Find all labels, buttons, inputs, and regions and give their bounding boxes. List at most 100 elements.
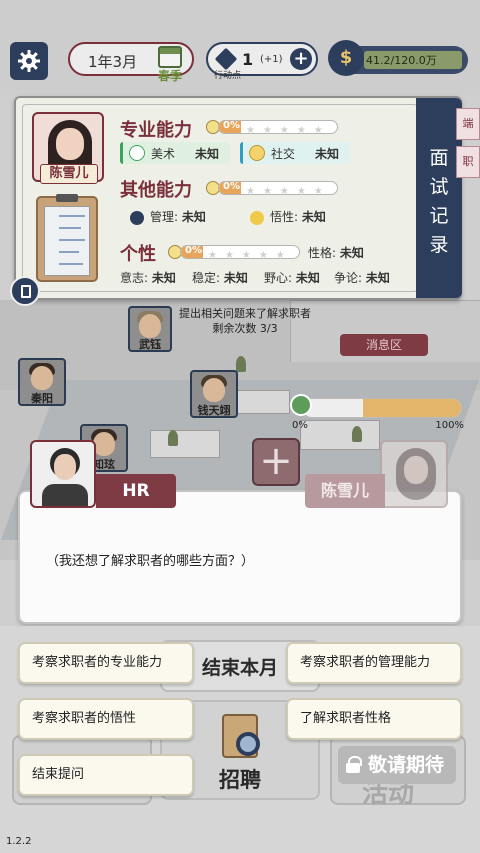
top-bar: 1年3月 春季 1 (+1) 行动点 + $ 41.2/120.0万 [0, 0, 480, 95]
side-tab-2[interactable]: 职 [456, 146, 480, 178]
employee-face [139, 314, 161, 338]
prompt-line: 提出相关问题来了解求职者 [179, 307, 311, 320]
attr-value: 未知 [339, 246, 364, 260]
candidate-name: 陈雪儿 [40, 164, 98, 184]
employee-name: 钱天翊 [197, 404, 231, 417]
action-point-icon [214, 47, 238, 71]
desk [150, 430, 220, 458]
message-area-label: 消息区 [340, 334, 428, 356]
attr-value: 未知 [181, 210, 206, 224]
dialog-box: （我还想了解求职者的哪些方面？） [18, 490, 462, 624]
resume-line [59, 239, 85, 241]
resume-line [59, 251, 79, 253]
skill-label: 美术 [151, 147, 176, 161]
version-label: 1.2.2 [6, 836, 32, 847]
bar-percent: 0% [223, 120, 240, 131]
skill-value: 未知 [195, 147, 220, 161]
lock-icon [346, 756, 362, 773]
progress-min-label: 0% [292, 420, 308, 431]
document-button[interactable] [10, 276, 40, 306]
attr-value: 未知 [365, 271, 390, 285]
chat-icon [249, 145, 265, 161]
tab-char: 记 [429, 205, 449, 227]
money-bag-icon: $ [328, 40, 364, 76]
attr-value: 未知 [301, 210, 326, 224]
employee-face [31, 366, 53, 390]
employee-name: 秦阳 [31, 392, 53, 405]
employee-face [93, 432, 115, 456]
attr-label: 管理: [150, 210, 179, 224]
option-personality[interactable]: 了解求职者性格 [286, 698, 462, 740]
resume-line [59, 215, 85, 217]
avatar-body [42, 484, 88, 506]
management-attr: 管理: 未知 [130, 208, 206, 225]
star-rating: ★★★★★ [208, 250, 293, 261]
resume-clipboard-icon[interactable] [36, 194, 98, 282]
plant-icon [168, 430, 178, 446]
trait-attr: 性格: 未知 [308, 244, 364, 261]
remaining-count: 剩余次数 3/3 [212, 322, 278, 335]
argument-attr: 争论: 未知 [334, 269, 390, 286]
manage-icon [130, 210, 144, 225]
date-display[interactable]: 1年3月 春季 [68, 42, 194, 83]
hr-label: HR [96, 474, 176, 508]
employee-face [203, 378, 225, 402]
progress-bar [302, 398, 462, 418]
gear-icon [18, 50, 40, 72]
coming-soon-badge: 敬请期待 [338, 746, 456, 784]
star-rating: ★★★★★ [246, 125, 331, 136]
option-professional[interactable]: 考察求职者的专业能力 [18, 642, 194, 684]
insight-icon [250, 210, 264, 225]
resume-paper [44, 206, 90, 276]
personality-title: 个性 [120, 244, 156, 265]
question-prompt: 提出相关问题来了解求职者 剩余次数 3/3 [150, 306, 340, 336]
bar-percent: 0% [223, 181, 240, 192]
clip [56, 194, 78, 202]
professional-ability-title: 专业能力 [120, 120, 192, 141]
attr-value: 未知 [223, 271, 248, 285]
magnifier-icon [236, 732, 260, 756]
attr-value: 未知 [295, 271, 320, 285]
employee-avatar[interactable]: 秦阳 [18, 358, 66, 406]
hr-avatar [30, 440, 96, 508]
side-tab-1[interactable]: 端 [456, 108, 480, 140]
season-label: 春季 [158, 69, 183, 83]
avatar-face [404, 456, 428, 484]
attr-label: 稳定: [192, 271, 221, 285]
skill-social: 社交 未知 [240, 142, 350, 164]
desk [230, 390, 290, 414]
interview-progress: 0% 100% [290, 394, 464, 434]
action-points-bonus: (+1) [260, 54, 283, 65]
avatar-face [54, 454, 76, 480]
coming-soon-text: 敬请期待 [368, 754, 445, 776]
plant-icon [236, 356, 246, 372]
option-end-questioning[interactable]: 结束提问 [18, 754, 194, 796]
attr-label: 争论: [334, 271, 363, 285]
attr-label: 悟性: [270, 210, 299, 224]
add-button[interactable]: + [252, 438, 300, 486]
tab-char: 录 [429, 234, 449, 256]
stability-attr: 稳定: 未知 [192, 269, 248, 286]
settings-button[interactable] [10, 42, 48, 80]
resume-line [59, 227, 81, 229]
star-rating: ★★★★★ [246, 186, 331, 197]
dialog-text: （我还想了解求职者的哪些方面？） [46, 554, 255, 569]
candidate-label: 陈雪儿 [305, 474, 385, 508]
willpower-attr: 意志: 未知 [120, 269, 176, 286]
date-text: 1年3月 [88, 53, 138, 71]
option-management[interactable]: 考察求职者的管理能力 [286, 642, 462, 684]
skill-label: 社交 [271, 147, 296, 161]
resume-line [59, 263, 83, 265]
money-display: $ 41.2/120.0万 [328, 40, 468, 76]
employee-avatar[interactable]: 武钰 [128, 306, 172, 352]
skill-art: 美术 未知 [120, 142, 230, 164]
attr-value: 未知 [151, 271, 176, 285]
bar-percent: 0% [185, 245, 202, 256]
money-value: 41.2/120.0万 [366, 54, 437, 67]
action-points-value: 1 [242, 50, 254, 69]
palette-icon [129, 145, 145, 161]
add-action-points-button[interactable]: + [290, 48, 312, 70]
option-insight[interactable]: 考察求职者的悟性 [18, 698, 194, 740]
other-ability-title: 其他能力 [120, 180, 192, 201]
employee-avatar[interactable]: 钱天翊 [190, 370, 238, 418]
